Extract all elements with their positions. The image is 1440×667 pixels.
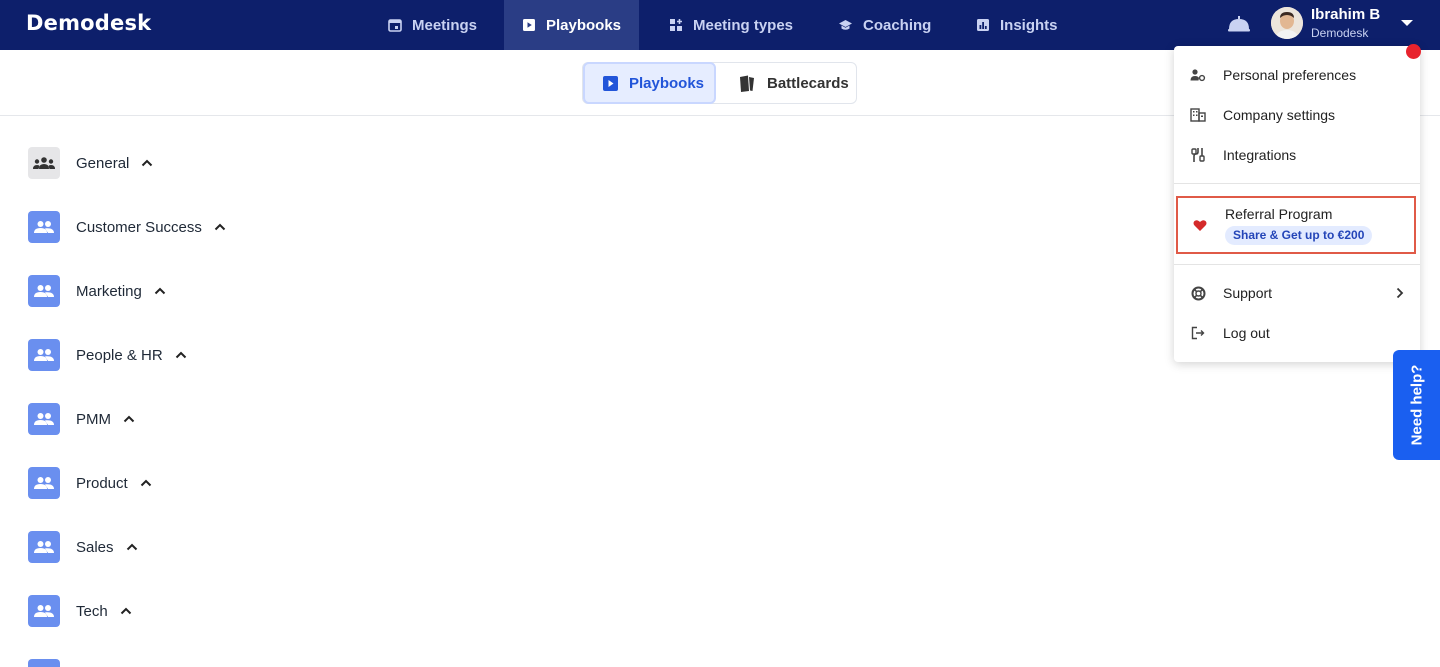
folder-label: General [76,154,130,172]
people-icon [28,403,60,435]
folder-label: Sales [76,538,114,556]
need-help-label: Need help? [1408,364,1425,446]
avatar[interactable] [1271,7,1303,39]
menu-divider [1174,183,1420,184]
chevron-up-icon[interactable] [214,223,226,231]
referral-title: Referral Program [1225,206,1333,222]
people-icon [28,659,60,667]
folder-customer-success[interactable]: Customer Success [28,210,226,244]
heart-icon [1192,217,1208,233]
nav-insights[interactable]: Insights [958,0,1076,50]
folder-label: People & HR [76,346,163,364]
menu-company-settings[interactable]: Company settings [1174,95,1420,135]
user-organization: Demodesk [1311,26,1369,40]
folder-label: Customer Success [76,218,202,236]
folder-label: PMM [76,410,111,428]
nav-playbooks[interactable]: Playbooks [504,0,639,50]
tab-playbooks[interactable]: Playbooks [583,62,716,104]
play-square-icon [603,75,618,91]
calendar-icon [388,19,402,32]
folder-marketing[interactable]: Marketing [28,274,166,308]
menu-integrations[interactable]: Integrations [1174,135,1420,175]
chevron-up-icon[interactable] [154,287,166,295]
tab-playbooks-label: Playbooks [629,74,705,92]
folder-label: Marketing [76,282,142,300]
chevron-up-icon[interactable] [140,479,152,487]
person-settings-icon [1190,67,1206,83]
menu-label: Log out [1223,325,1270,341]
nav-playbooks-label: Playbooks [545,16,621,34]
menu-label: Personal preferences [1223,67,1357,83]
nav-coaching-label: Coaching [863,16,932,34]
nav-meeting-types[interactable]: Meeting types [651,0,811,50]
user-photo-icon [1271,7,1303,39]
user-name[interactable]: Ibrahim B [1311,6,1380,23]
menu-referral-program[interactable]: Referral Program Share & Get up to €200 [1176,196,1416,254]
folder-pmm[interactable]: PMM [28,402,135,436]
menu-divider [1174,264,1420,265]
notification-dot [1406,44,1421,59]
folder-general[interactable]: General [28,146,153,180]
nav-meetings[interactable]: Meetings [370,0,495,50]
folder-sales[interactable]: Sales [28,530,138,564]
nav-meeting-types-label: Meeting types [693,16,794,34]
folder-label: Product [76,474,128,492]
graduation-cap-icon [839,19,852,30]
tab-battlecards-label: Battlecards [767,74,849,92]
grid-plus-icon [670,19,682,31]
people-icon [28,211,60,243]
menu-label: Company settings [1223,107,1336,123]
chevron-right-icon [1396,286,1404,304]
people-icon [28,275,60,307]
folder-tech[interactable]: Tech [28,594,132,628]
app-logo[interactable]: Demodesk [26,11,151,35]
nav-meetings-label: Meetings [412,16,478,34]
folder-label: Tech [76,602,108,620]
chevron-up-icon[interactable] [120,607,132,615]
chevron-up-icon[interactable] [123,415,135,423]
chevron-up-icon[interactable] [141,159,153,167]
cards-icon [740,75,754,92]
nav-coaching[interactable]: Coaching [820,0,949,50]
service-bell-icon[interactable] [1227,13,1251,33]
view-switcher: Playbooks Battlecards [582,62,857,104]
lifebuoy-icon [1190,285,1206,301]
tab-battlecards[interactable]: Battlecards [721,63,857,103]
plug-icon [1190,147,1206,163]
caret-down-icon[interactable] [1401,20,1413,26]
menu-logout[interactable]: Log out [1174,313,1420,353]
play-square-icon [522,19,535,31]
chevron-up-icon[interactable] [175,351,187,359]
user-menu-dropdown: Personal preferences Company settings In… [1174,46,1420,362]
menu-label: Integrations [1223,147,1297,163]
bar-chart-icon [977,19,989,31]
folder-people-hr[interactable]: People & HR [28,338,187,372]
people-icon [28,531,60,563]
people-group-icon [28,147,60,179]
menu-support[interactable]: Support [1174,273,1420,313]
chevron-up-icon[interactable] [126,543,138,551]
menu-personal-preferences[interactable]: Personal preferences [1174,55,1420,95]
folder-product[interactable]: Product [28,466,152,500]
nav-insights-label: Insights [1000,16,1058,34]
folder-partial[interactable] [28,658,60,667]
people-icon [28,595,60,627]
menu-label: Support [1223,285,1273,301]
logout-icon [1190,325,1206,341]
referral-badge: Share & Get up to €200 [1225,226,1373,245]
top-navbar: Demodesk Meetings Playbooks Meeting type… [0,0,1440,50]
people-icon [28,467,60,499]
need-help-button[interactable]: Need help? [1393,350,1440,460]
building-icon [1190,107,1206,123]
people-icon [28,339,60,371]
